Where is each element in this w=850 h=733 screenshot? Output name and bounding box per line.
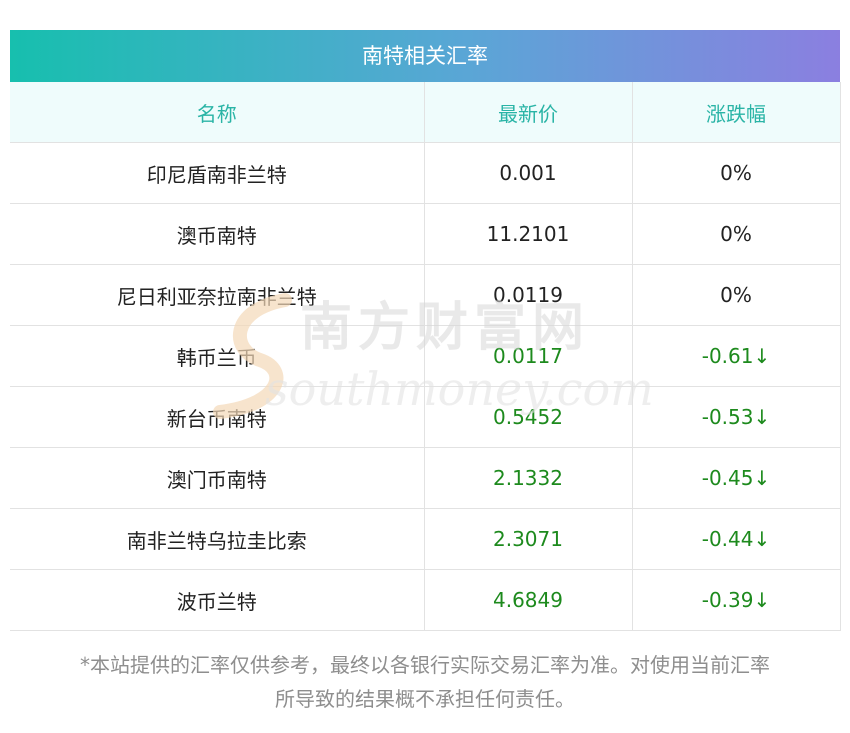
table-row: 澳门币南特 2.1332 -0.45↓ bbox=[10, 447, 841, 509]
change-percent: -0.44↓ bbox=[632, 508, 841, 570]
latest-price: 2.1332 bbox=[424, 447, 633, 509]
latest-price: 0.0117 bbox=[424, 325, 633, 387]
currency-pair-name: 南非兰特乌拉圭比索 bbox=[10, 508, 425, 570]
currency-pair-name: 尼日利亚奈拉南非兰特 bbox=[10, 264, 425, 326]
table-header-row: 名称 最新价 涨跌幅 bbox=[10, 82, 841, 143]
table-row: 新台币南特 0.5452 -0.53↓ bbox=[10, 386, 841, 448]
latest-price: 0.001 bbox=[424, 142, 633, 204]
currency-pair-name: 澳门币南特 bbox=[10, 447, 425, 509]
change-percent: -0.53↓ bbox=[632, 386, 841, 448]
currency-pair-name: 波币兰特 bbox=[10, 569, 425, 631]
column-header-price: 最新价 bbox=[424, 82, 633, 143]
latest-price: 0.5452 bbox=[424, 386, 633, 448]
disclaimer-line-1: *本站提供的汇率仅供参考，最终以各银行实际交易汇率为准。对使用当前汇率 bbox=[80, 653, 770, 677]
currency-pair-name: 印尼盾南非兰特 bbox=[10, 142, 425, 204]
change-percent: -0.61↓ bbox=[632, 325, 841, 387]
disclaimer-line-2: 所导致的结果概不承担任何责任。 bbox=[275, 687, 575, 711]
rate-table: 名称 最新价 涨跌幅 印尼盾南非兰特 0.001 0% 澳币南特 11.2101… bbox=[10, 82, 841, 631]
column-header-change: 涨跌幅 bbox=[632, 82, 841, 143]
table-row: 尼日利亚奈拉南非兰特 0.0119 0% bbox=[10, 264, 841, 326]
table-row: 澳币南特 11.2101 0% bbox=[10, 203, 841, 265]
currency-pair-name: 澳币南特 bbox=[10, 203, 425, 265]
change-percent: 0% bbox=[632, 203, 841, 265]
latest-price: 11.2101 bbox=[424, 203, 633, 265]
disclaimer: *本站提供的汇率仅供参考，最终以各银行实际交易汇率为准。对使用当前汇率 所导致的… bbox=[10, 648, 840, 716]
currency-pair-name: 新台币南特 bbox=[10, 386, 425, 448]
latest-price: 2.3071 bbox=[424, 508, 633, 570]
latest-price: 0.0119 bbox=[424, 264, 633, 326]
change-percent: 0% bbox=[632, 142, 841, 204]
table-title: 南特相关汇率 bbox=[10, 30, 840, 82]
table-row: 波币兰特 4.6849 -0.39↓ bbox=[10, 569, 841, 631]
rate-table-container: 南特相关汇率 名称 最新价 涨跌幅 印尼盾南非兰特 0.001 0% 澳币南特 … bbox=[10, 30, 841, 631]
change-percent: 0% bbox=[632, 264, 841, 326]
change-percent: -0.39↓ bbox=[632, 569, 841, 631]
latest-price: 4.6849 bbox=[424, 569, 633, 631]
currency-pair-name: 韩币兰币 bbox=[10, 325, 425, 387]
change-percent: -0.45↓ bbox=[632, 447, 841, 509]
table-row: 韩币兰币 0.0117 -0.61↓ bbox=[10, 325, 841, 387]
column-header-name: 名称 bbox=[10, 82, 425, 143]
table-row: 印尼盾南非兰特 0.001 0% bbox=[10, 142, 841, 204]
table-row: 南非兰特乌拉圭比索 2.3071 -0.44↓ bbox=[10, 508, 841, 570]
